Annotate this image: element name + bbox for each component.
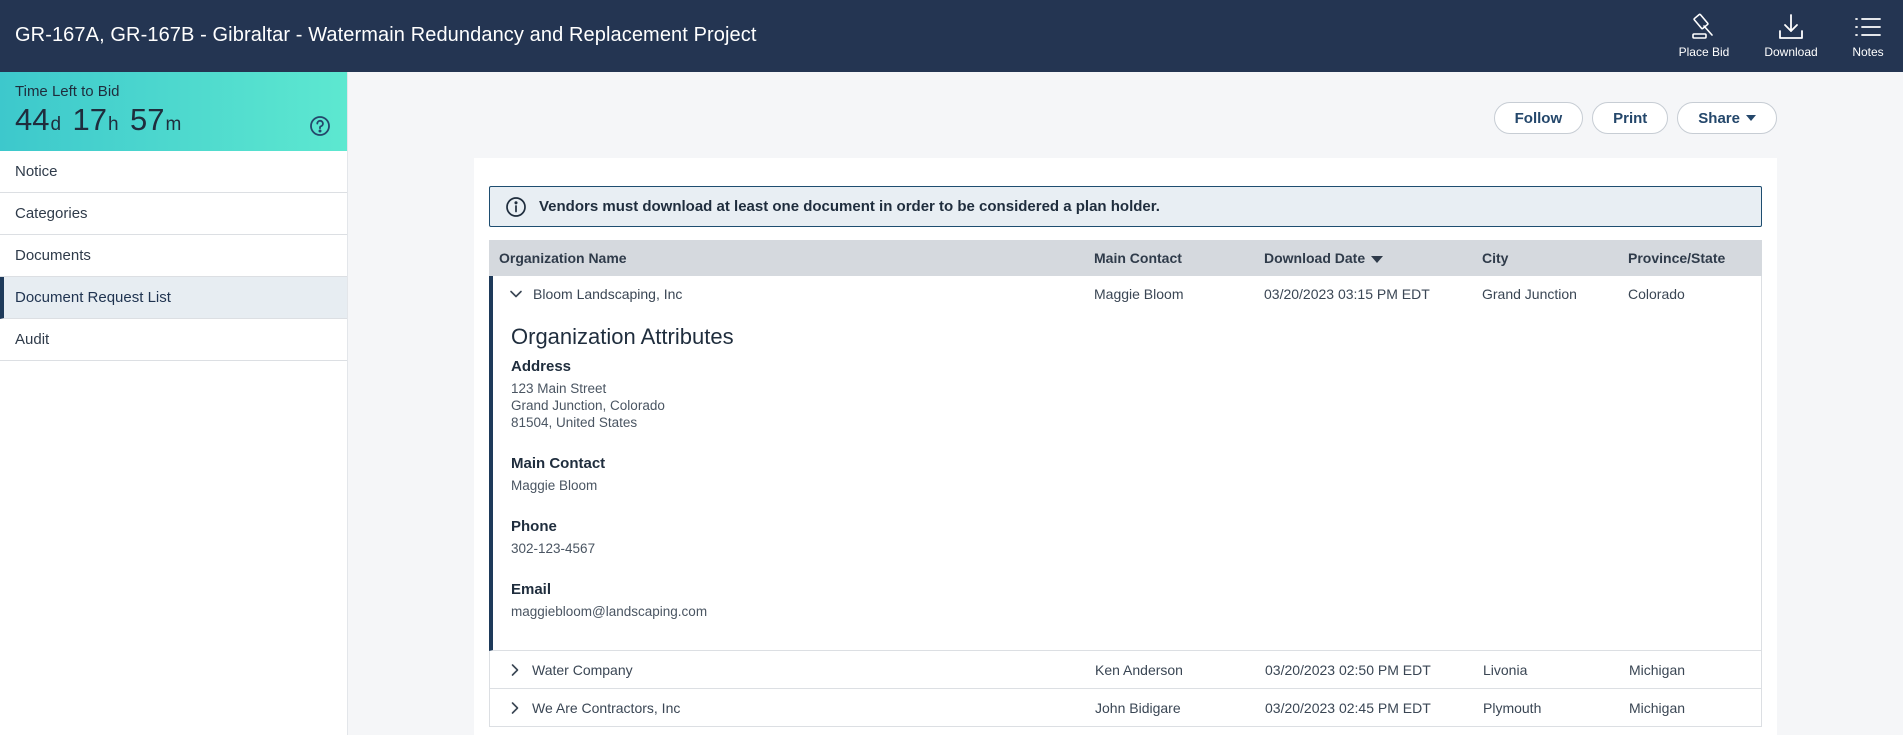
main-contact-value: Maggie Bloom (511, 478, 598, 493)
download-icon (1779, 14, 1803, 39)
page-toolbar: Follow Print Share (1493, 102, 1777, 134)
place-bid-button[interactable]: Place Bid (1659, 0, 1749, 72)
address-line-2: Grand Junction, Colorado (511, 398, 665, 413)
chevron-right-icon[interactable] (508, 701, 522, 715)
time-left-panel: Time Left to Bid 44d 17h 57m (0, 72, 347, 151)
cell-city: Plymouth (1483, 699, 1542, 716)
sidebar-item-document-request-list[interactable]: Document Request List (0, 277, 347, 319)
time-left-value: 44d 17h 57m (15, 102, 332, 138)
header-province-state[interactable]: Province/State (1628, 250, 1762, 266)
cell-organization: Water Company (490, 662, 1095, 678)
main-contact-group: Main Contact Maggie Bloom (511, 455, 1743, 494)
sort-desc-icon (1371, 255, 1384, 263)
table-row[interactable]: Bloom Landscaping, Inc Maggie Bloom 03/2… (493, 276, 1761, 312)
email-value: maggiebloom@landscaping.com (511, 604, 708, 619)
main-contact-label: Main Contact (511, 455, 606, 472)
document-request-table: Organization Name Main Contact Download … (489, 240, 1762, 727)
phone-group: Phone 302-123-4567 (511, 518, 1743, 557)
minutes-unit: m (165, 114, 182, 135)
address-group: Address 123 Main Street Grand Junction, … (511, 358, 1743, 431)
cell-city: Livonia (1483, 661, 1528, 678)
header-download-date-label: Download Date (1264, 250, 1366, 266)
days-value: 44 (15, 102, 50, 137)
sidebar-item-audit[interactable]: Audit (0, 319, 347, 361)
sidebar: Time Left to Bid 44d 17h 57m Notice Cate… (0, 72, 348, 735)
share-button[interactable]: Share (1677, 102, 1777, 134)
table-header: Organization Name Main Contact Download … (489, 240, 1762, 276)
cell-download-date: 03/20/2023 02:50 PM EDT (1265, 661, 1431, 678)
table-row[interactable]: Water Company Ken Anderson 03/20/2023 02… (489, 651, 1762, 689)
help-icon[interactable] (309, 115, 331, 137)
header-main-contact[interactable]: Main Contact (1094, 250, 1264, 266)
page-title: GR-167A, GR-167B - Gibraltar - Watermain… (15, 24, 757, 46)
phone-value: 302-123-4567 (511, 541, 596, 556)
cell-main-contact: Ken Anderson (1095, 661, 1183, 678)
download-label: Download (1764, 45, 1818, 59)
email-group: Email maggiebloom@landscaping.com (511, 581, 1743, 620)
cell-main-contact: John Bidigare (1095, 699, 1181, 716)
sidebar-item-documents[interactable]: Documents (0, 235, 347, 277)
print-button[interactable]: Print (1592, 102, 1669, 134)
header-organization-name[interactable]: Organization Name (489, 250, 1094, 266)
cell-province-state: Colorado (1628, 286, 1685, 302)
table-row[interactable]: We Are Contractors, Inc John Bidigare 03… (489, 689, 1762, 727)
print-label: Print (1613, 109, 1648, 127)
attributes-title: Organization Attributes (511, 324, 734, 349)
notice-text: Vendors must download at least one docum… (539, 198, 1160, 215)
follow-label: Follow (1514, 109, 1563, 127)
organization-attributes: Organization Attributes Address 123 Main… (493, 312, 1761, 650)
cell-download-date: 03/20/2023 02:45 PM EDT (1265, 699, 1431, 716)
share-label: Share (1698, 109, 1740, 127)
place-bid-label: Place Bid (1678, 45, 1730, 59)
cell-organization: We Are Contractors, Inc (490, 700, 1095, 716)
hours-value: 17 (72, 102, 107, 137)
sidebar-item-notice[interactable]: Notice (0, 151, 347, 193)
organization-name: Bloom Landscaping, Inc (533, 286, 683, 302)
main-card: Vendors must download at least one docum… (474, 158, 1777, 735)
address-line-1: 123 Main Street (511, 381, 607, 396)
table-row-expanded: Bloom Landscaping, Inc Maggie Bloom 03/2… (489, 276, 1762, 651)
organization-name: Water Company (532, 661, 633, 678)
top-header: GR-167A, GR-167B - Gibraltar - Watermain… (0, 0, 1903, 72)
gavel-icon (1692, 13, 1713, 39)
hours-unit: h (108, 114, 119, 135)
cell-city: Grand Junction (1482, 286, 1577, 302)
cell-province-state: Michigan (1629, 699, 1686, 716)
cell-province-state: Michigan (1629, 661, 1686, 678)
notes-button[interactable]: Notes (1833, 0, 1903, 72)
info-icon (506, 196, 526, 217)
download-button[interactable]: Download (1749, 0, 1833, 72)
cell-download-date: 03/20/2023 03:15 PM EDT (1264, 286, 1430, 302)
organization-name: We Are Contractors, Inc (532, 699, 681, 716)
chevron-down-icon[interactable] (509, 287, 523, 301)
plan-holder-notice: Vendors must download at least one docum… (489, 186, 1762, 227)
sidebar-item-categories[interactable]: Categories (0, 193, 347, 235)
cell-organization: Bloom Landscaping, Inc (493, 286, 1094, 302)
follow-button[interactable]: Follow (1493, 102, 1584, 134)
chevron-right-icon[interactable] (508, 663, 522, 677)
caret-down-icon (1746, 115, 1756, 121)
time-left-label: Time Left to Bid (15, 83, 120, 100)
address-label: Address (511, 358, 572, 375)
list-icon (1855, 18, 1881, 36)
address-line-3: 81504, United States (511, 415, 638, 430)
header-download-date[interactable]: Download Date (1264, 250, 1482, 266)
header-city[interactable]: City (1482, 250, 1628, 266)
minutes-value: 57 (130, 102, 165, 137)
cell-main-contact: Maggie Bloom (1094, 286, 1184, 302)
email-label: Email (511, 581, 552, 598)
days-unit: d (50, 114, 62, 135)
header-actions: Place Bid Download Notes (1659, 0, 1903, 72)
sidebar-nav: Notice Categories Documents Document Req… (0, 151, 347, 361)
notes-label: Notes (1852, 45, 1884, 59)
phone-label: Phone (511, 518, 557, 535)
